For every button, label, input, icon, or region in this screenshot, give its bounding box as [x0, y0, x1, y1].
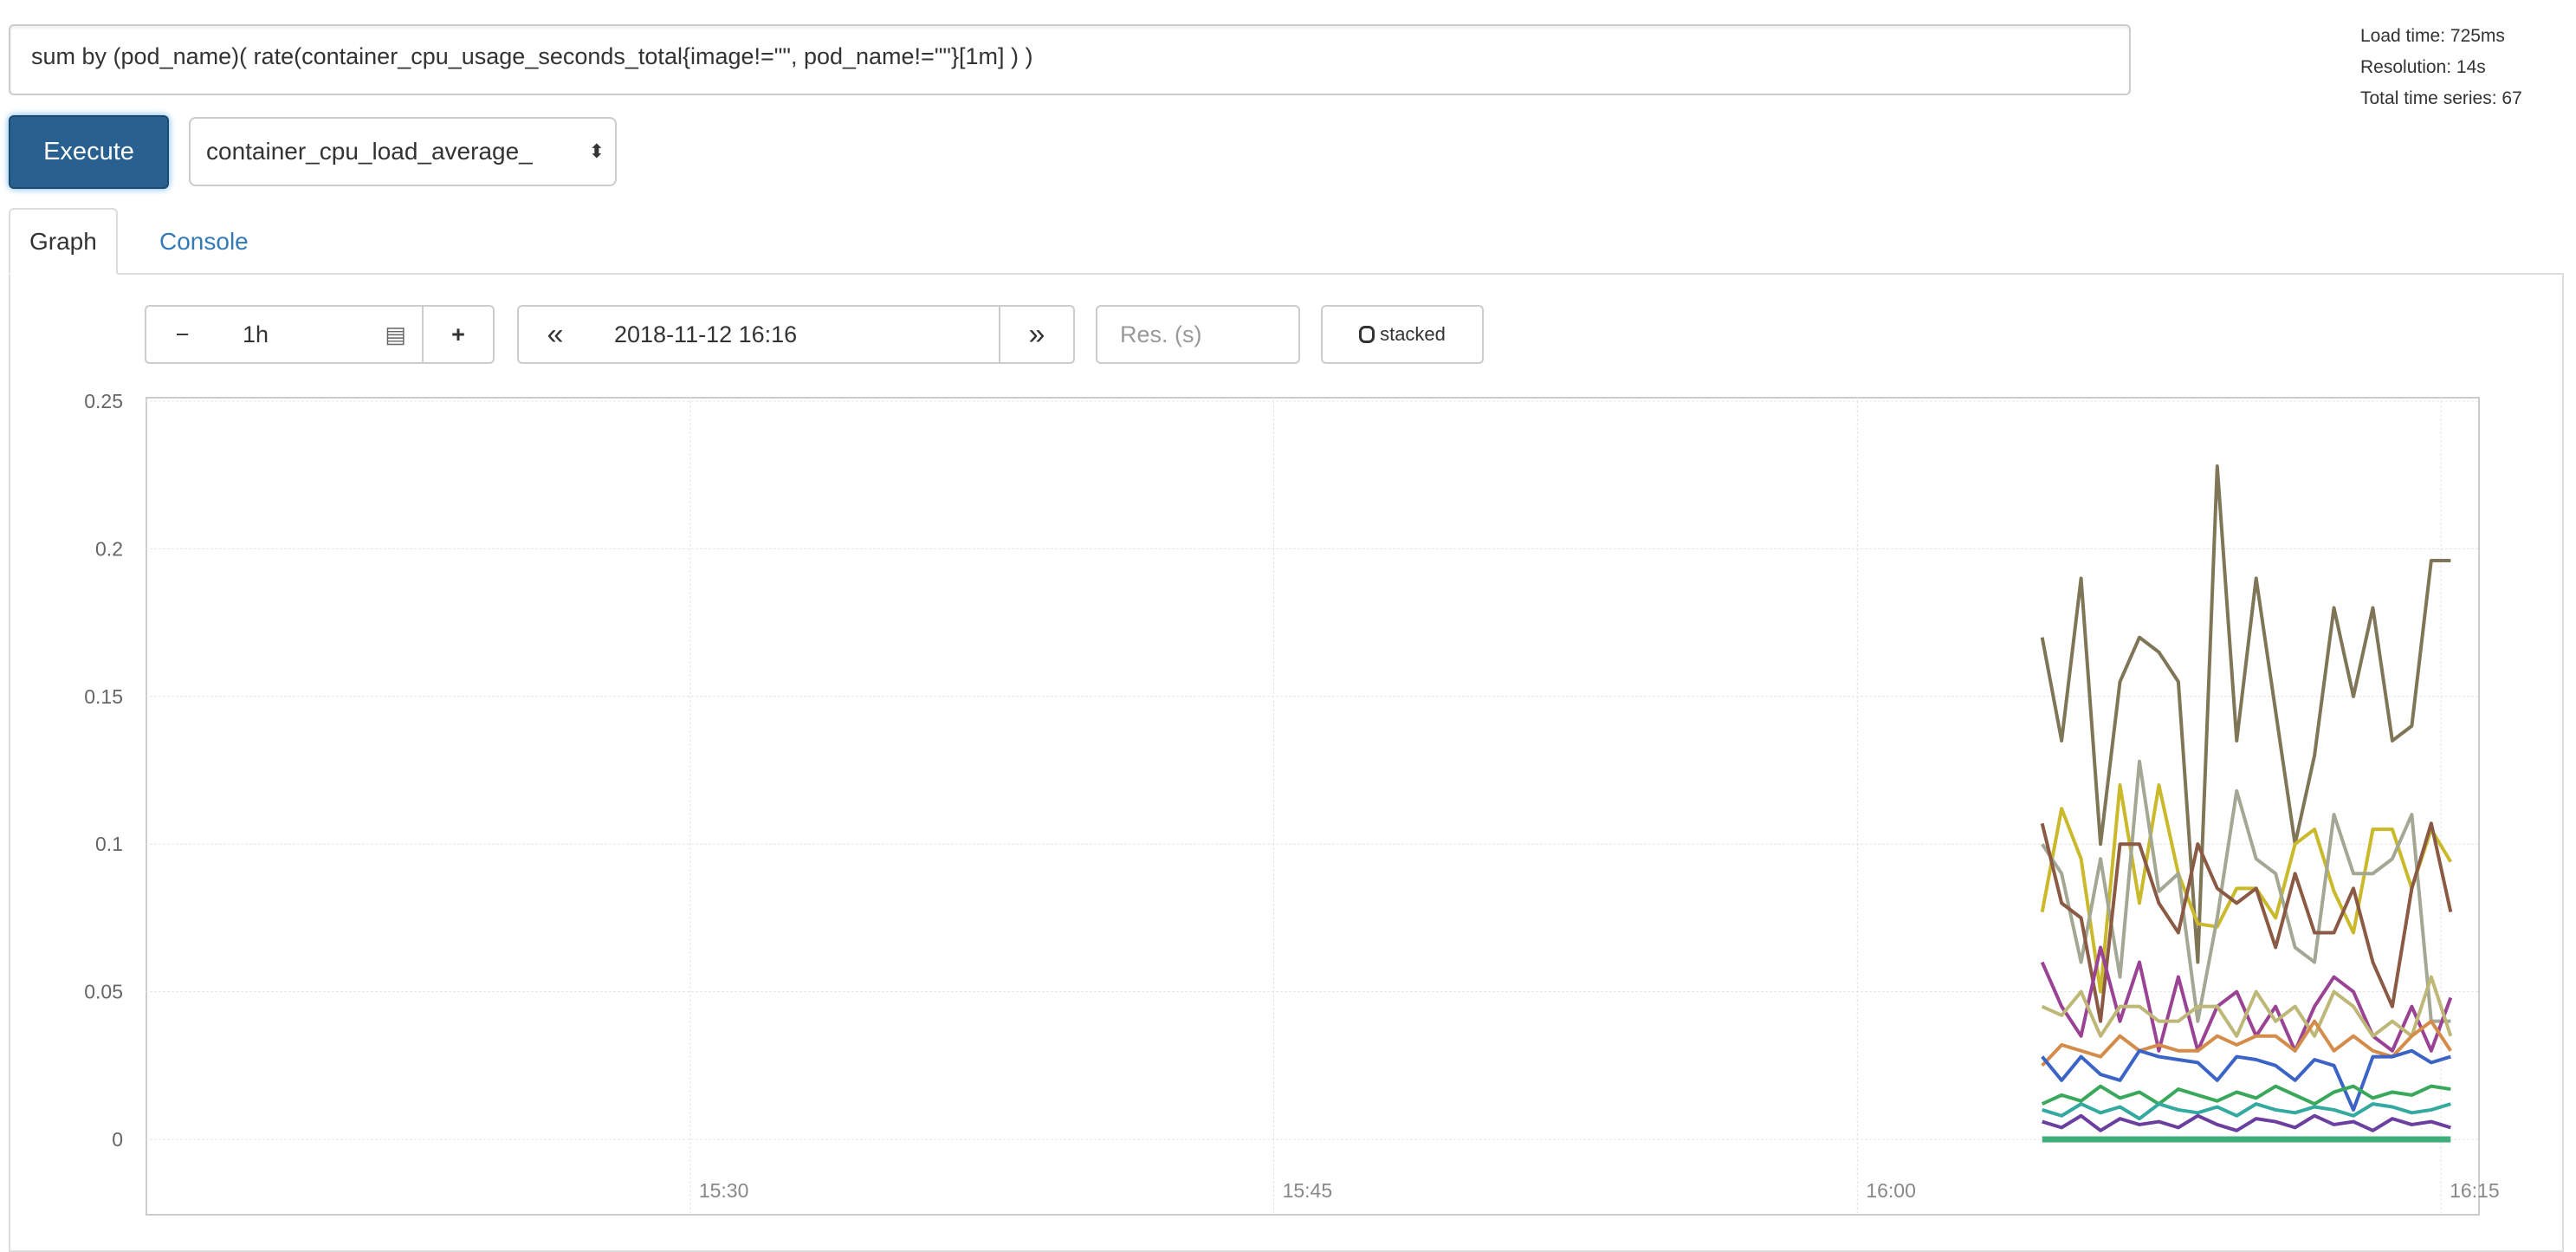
y-tick-label: 0.15 — [84, 685, 123, 708]
series-line[interactable] — [2042, 1102, 2451, 1121]
x-tick-label: 16:00 — [1866, 1179, 1916, 1202]
x-tick-label: 15:30 — [699, 1179, 749, 1202]
y-tick-label: 0.25 — [84, 390, 123, 412]
x-tick-label: 15:45 — [1283, 1179, 1333, 1202]
x-tick-label: 16:15 — [2450, 1179, 2500, 1202]
chart: 0 0.05 0.1 0.15 0.2 0.25 15:30 15:45 16:00 16:15 — [84, 390, 2500, 1213]
y-tick-label: 0.05 — [84, 981, 123, 1003]
series-line[interactable] — [2041, 1048, 2451, 1112]
y-tick-label: 0.2 — [95, 537, 123, 560]
y-tick-label: 0.1 — [95, 833, 123, 855]
tab-graph[interactable]: Graph — [9, 208, 118, 275]
y-tick-label: 0 — [112, 1128, 123, 1151]
series-line[interactable] — [2041, 1084, 2451, 1106]
series-line[interactable] — [2042, 1113, 2451, 1132]
